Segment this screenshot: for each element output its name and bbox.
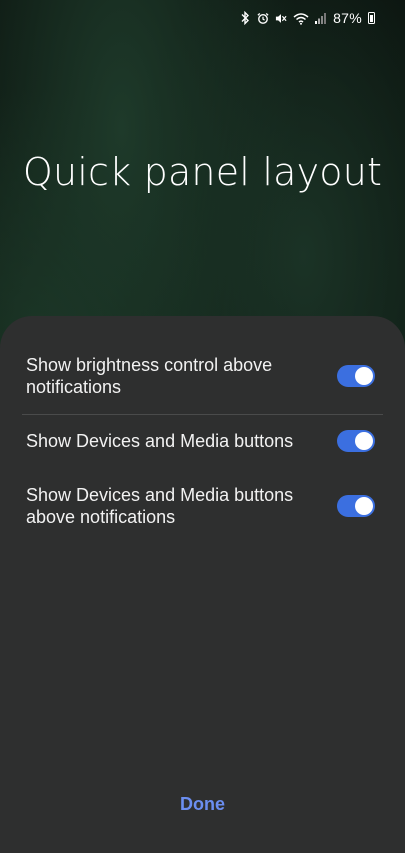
status-bar: 87% [0,0,405,36]
setting-label-devices-media-above: Show Devices and Media buttons above not… [26,485,294,527]
divider [22,414,383,415]
alarm-icon [257,11,269,25]
done-button[interactable]: Done [0,794,405,815]
settings-panel: Show brightness control above notificati… [0,316,405,853]
brightness-toggle[interactable] [337,365,375,387]
bluetooth-icon [239,11,251,25]
page-title: Quick panel layout [22,150,383,194]
battery-icon [368,12,375,24]
setting-label-brightness: Show brightness control above notificati… [26,355,273,397]
toggle-knob [355,432,373,450]
signal-icon [315,11,327,25]
wifi-icon [293,11,309,25]
toggle-knob [355,497,373,515]
setting-label-devices-media: Show Devices and Media buttons [26,431,294,451]
battery-percent: 87% [333,10,362,26]
setting-row-brightness[interactable]: Show brightness control above notificati… [22,354,383,398]
mute-icon [275,11,287,25]
setting-row-devices-media[interactable]: Show Devices and Media buttons [22,430,383,452]
devices-media-above-toggle[interactable] [337,495,375,517]
devices-media-toggle[interactable] [337,430,375,452]
toggle-knob [355,367,373,385]
setting-row-devices-media-above[interactable]: Show Devices and Media buttons above not… [22,484,383,528]
